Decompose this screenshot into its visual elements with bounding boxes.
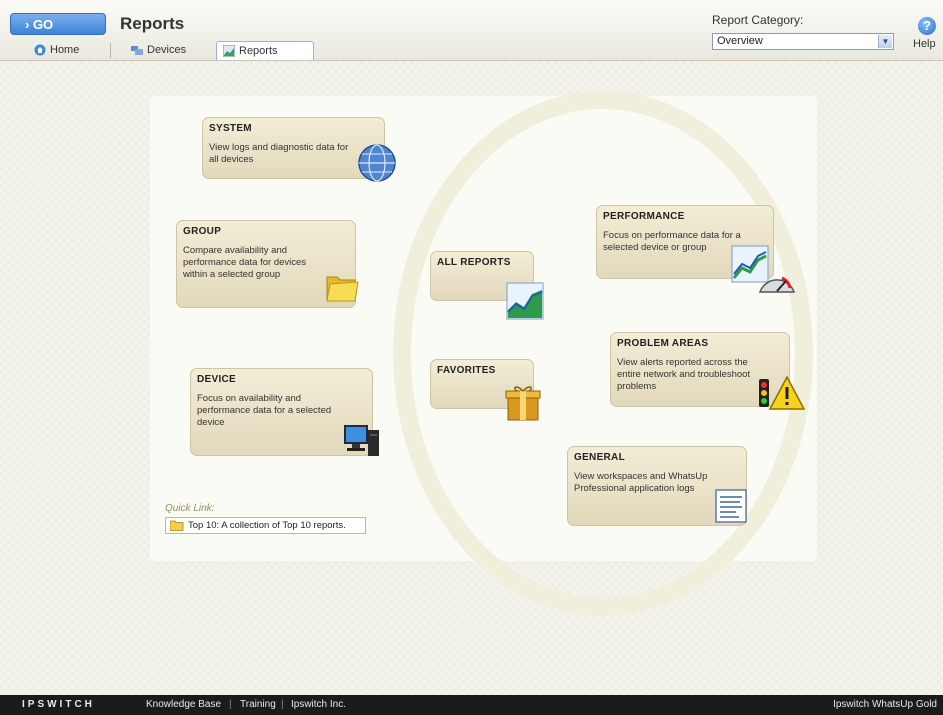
footer-link-ipswitch-inc[interactable]: Ipswitch Inc. bbox=[291, 695, 346, 715]
tab-devices-label: Devices bbox=[147, 44, 187, 56]
card-general-title: GENERAL bbox=[574, 452, 625, 463]
ipswitch-logo: IPSWITCH bbox=[22, 699, 95, 710]
footer-link-knowledge-base[interactable]: Knowledge Base bbox=[146, 695, 221, 715]
report-category-value: Overview bbox=[717, 35, 763, 47]
tab-home[interactable]: Home bbox=[28, 41, 108, 60]
card-system-title: SYSTEM bbox=[209, 123, 252, 134]
product-name: Ipswitch WhatsUp Gold bbox=[833, 699, 937, 710]
card-favorites[interactable]: FAVORITES bbox=[430, 359, 541, 421]
card-group-desc: Compare availability and performance dat… bbox=[183, 245, 307, 280]
card-system[interactable]: SYSTEM View logs and diagnostic data for… bbox=[202, 117, 396, 182]
footer-separator: | bbox=[229, 699, 232, 710]
page-title: Reports bbox=[120, 14, 185, 33]
card-group-title: GROUP bbox=[183, 226, 222, 237]
tab-devices[interactable]: Devices bbox=[125, 41, 210, 60]
go-button[interactable]: › GO bbox=[10, 13, 106, 35]
card-device-title: DEVICE bbox=[197, 374, 237, 385]
reports-overview-area: SYSTEM View logs and diagnostic data for… bbox=[0, 61, 943, 695]
card-problem-areas-desc: View alerts reported across the entire n… bbox=[617, 357, 751, 392]
computer-icon bbox=[344, 425, 379, 456]
chevron-down-icon[interactable]: ▼ bbox=[878, 35, 892, 48]
help-label[interactable]: Help bbox=[913, 38, 936, 50]
card-group[interactable]: GROUP Compare availability and performan… bbox=[176, 220, 359, 308]
card-favorites-title: FAVORITES bbox=[437, 365, 496, 376]
tab-reports-label: Reports bbox=[239, 45, 278, 57]
gauge-icon bbox=[731, 245, 796, 293]
card-problem-areas-title: PROBLEM AREAS bbox=[617, 338, 709, 349]
footer-bar: IPSWITCH Knowledge Base | Training | Ips… bbox=[0, 695, 943, 715]
card-problem-areas[interactable]: PROBLEM AREAS View alerts reported acros… bbox=[610, 332, 805, 410]
tab-reports[interactable]: Reports bbox=[216, 41, 314, 60]
footer-separator: | bbox=[281, 699, 284, 710]
globe-icon bbox=[358, 144, 396, 182]
top-header: › GO Reports Home Devices Reports Report… bbox=[0, 0, 943, 61]
footer-link-training[interactable]: Training bbox=[240, 695, 276, 715]
chart-icon bbox=[506, 282, 544, 320]
help-icon[interactable]: ? bbox=[918, 17, 936, 35]
card-all-reports[interactable]: ALL REPORTS bbox=[430, 251, 544, 320]
quick-link-top10[interactable]: Top 10: A collection of Top 10 reports. bbox=[165, 517, 366, 534]
tab-home-label: Home bbox=[50, 44, 80, 56]
document-icon bbox=[715, 489, 747, 523]
reports-icon bbox=[223, 45, 235, 57]
card-general[interactable]: GENERAL View workspaces and WhatsUp Prof… bbox=[567, 446, 747, 526]
quick-link-label: Quick Link: bbox=[165, 503, 215, 514]
home-icon bbox=[34, 44, 46, 56]
folder-icon bbox=[170, 520, 184, 531]
devices-icon bbox=[131, 46, 143, 55]
quick-link-text: Top 10: A collection of Top 10 reports. bbox=[188, 520, 346, 531]
gift-box-icon bbox=[505, 386, 541, 421]
card-system-desc: View logs and diagnostic data for all de… bbox=[209, 142, 349, 165]
card-performance[interactable]: PERFORMANCE Focus on performance data fo… bbox=[596, 205, 796, 293]
card-all-reports-title: ALL REPORTS bbox=[437, 257, 511, 268]
card-device-desc: Focus on availability and performance da… bbox=[197, 393, 332, 428]
tab-divider bbox=[110, 43, 111, 58]
report-category-label: Report Category: bbox=[712, 13, 804, 27]
warning-icon bbox=[759, 375, 805, 410]
card-general-desc: View workspaces and WhatsUp Professional… bbox=[574, 471, 708, 494]
folder-icon bbox=[326, 276, 359, 302]
card-performance-title: PERFORMANCE bbox=[603, 211, 685, 222]
report-category-select[interactable]: Overview ▼ bbox=[712, 33, 894, 50]
card-performance-desc: Focus on performance data for a selected… bbox=[603, 230, 741, 253]
card-device[interactable]: DEVICE Focus on availability and perform… bbox=[190, 368, 379, 456]
